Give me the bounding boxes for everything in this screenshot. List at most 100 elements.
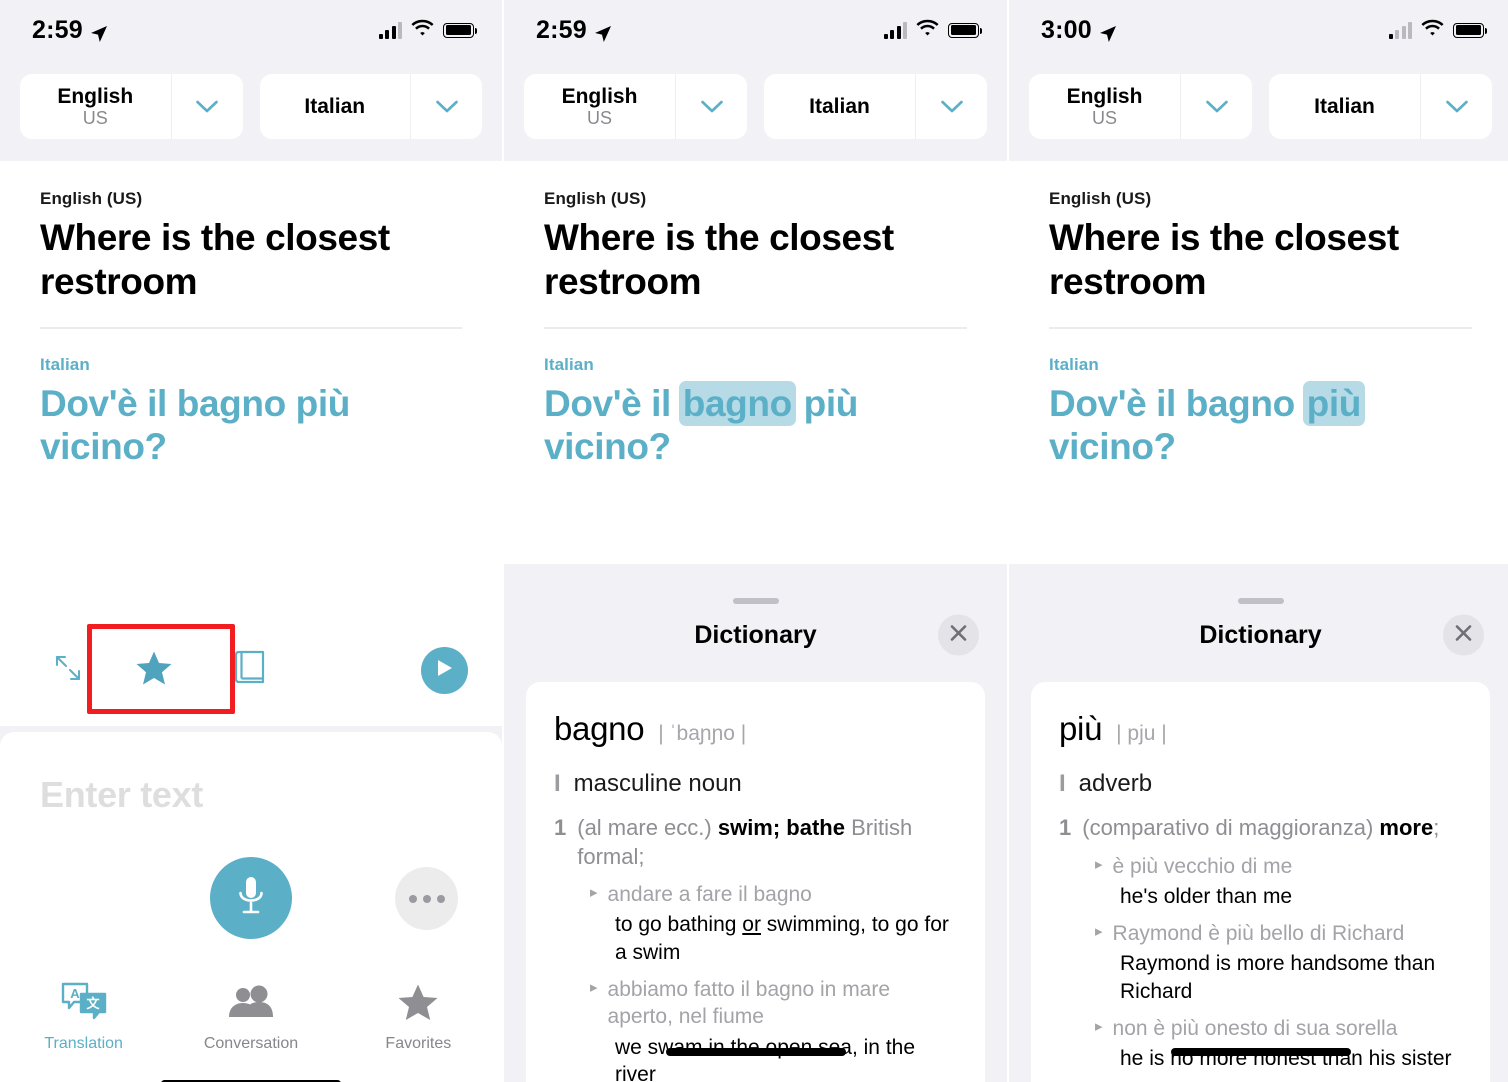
target-text[interactable]: Dov'è il bagno più vicino?	[1049, 380, 1472, 469]
status-time-group: 2:59	[536, 16, 612, 45]
source-language-selector[interactable]: English US	[1029, 74, 1252, 139]
chevron-down-icon	[1205, 100, 1228, 113]
source-text[interactable]: Where is the closest restroom	[544, 216, 967, 303]
sense-number: 1	[1059, 815, 1072, 840]
dictionary-header: Dictionary	[1009, 604, 1508, 666]
source-language-selector[interactable]: English US	[524, 74, 747, 139]
target-text[interactable]: Dov'è il bagno più vicino?	[544, 380, 967, 469]
dictionary-title: Dictionary	[694, 620, 817, 649]
dictionary-entry-header: più | pju |	[1059, 710, 1462, 748]
target-label: Italian	[1049, 354, 1099, 374]
target-language-name: Italian	[809, 94, 870, 118]
favorite-button[interactable]	[120, 636, 188, 704]
source-language-selector[interactable]: English US	[20, 74, 243, 139]
location-arrow-icon	[594, 21, 612, 42]
dictionary-headword: più	[1059, 710, 1103, 747]
target-language-selector[interactable]: Italian	[1269, 74, 1492, 139]
source-language-region: US	[586, 108, 612, 129]
screenshot-strip: 2:59 English US Italian English (US) Whe…	[0, 0, 1508, 1082]
cellular-signal-icon	[378, 21, 402, 39]
target-language-label: Italian	[260, 74, 411, 139]
part-of-speech: I masculine noun	[554, 770, 957, 798]
microphone-icon	[236, 875, 266, 922]
svg-text:A: A	[70, 986, 80, 1001]
dictionary-button[interactable]	[216, 636, 284, 704]
wifi-icon	[411, 19, 434, 41]
dictionary-phonetic: | pju |	[1116, 722, 1167, 745]
target-language-selector[interactable]: Italian	[764, 74, 987, 139]
phone-panel-2: 2:59 English US Italian English (US) Whe…	[504, 0, 1007, 1082]
text-input-card[interactable]: Enter text A 文 Translation Conversation …	[0, 732, 502, 1082]
source-language-name: English	[561, 84, 638, 108]
source-text[interactable]: Where is the closest restroom	[1049, 216, 1472, 303]
more-options-button[interactable]	[395, 867, 458, 931]
gloss-register: ;	[1433, 815, 1440, 840]
status-time: 2:59	[536, 15, 587, 44]
selected-word-highlight[interactable]: più	[1302, 380, 1365, 426]
bullet-triangle-icon: ▸	[1095, 1018, 1103, 1036]
location-arrow-icon	[90, 21, 108, 42]
cellular-signal-icon	[1388, 21, 1412, 39]
bullet-triangle-icon: ▸	[1095, 855, 1103, 873]
example-english: he's older than me	[1120, 884, 1293, 908]
tab-favorites[interactable]: Favorites	[335, 983, 502, 1053]
translation-card: English (US) Where is the closest restro…	[504, 161, 1007, 564]
expand-button[interactable]	[34, 636, 102, 704]
source-language-dropdown-button[interactable]	[170, 74, 243, 139]
source-text[interactable]: Where is the closest restroom	[40, 216, 462, 303]
close-dictionary-button[interactable]	[938, 614, 979, 656]
translation-action-row	[0, 614, 502, 727]
status-time-group: 2:59	[32, 16, 108, 45]
dictionary-entry-card: bagno | ˈbaɲɲo | I masculine noun 1 (al …	[526, 682, 985, 1082]
source-language-dropdown-button[interactable]	[675, 74, 747, 139]
pos-bar-icon: I	[554, 770, 561, 797]
sense-gloss: (al mare ecc.) swim; bathe British forma…	[577, 814, 957, 871]
dictionary-sense: 1 (al mare ecc.) swim; bathe British for…	[554, 814, 957, 871]
dictionary-sheet: Dictionary bagno | ˈbaɲɲo | I masculine …	[504, 582, 1007, 1082]
chevron-down-icon	[435, 100, 458, 113]
microphone-button[interactable]	[210, 857, 292, 940]
target-language-dropdown-button[interactable]	[915, 74, 987, 139]
source-language-name: English	[57, 84, 134, 108]
target-language-name: Italian	[1314, 94, 1375, 118]
source-language-dropdown-button[interactable]	[1180, 74, 1252, 139]
wifi-icon	[1421, 19, 1444, 41]
example-english: we swam in the open sea, in the river	[615, 1035, 916, 1082]
chevron-down-icon	[196, 100, 218, 113]
status-indicators	[1388, 19, 1488, 41]
bullet-triangle-icon: ▸	[1095, 923, 1103, 941]
target-label: Italian	[544, 354, 594, 374]
chevron-down-icon	[700, 100, 723, 113]
book-icon	[234, 650, 266, 691]
example-item: ▸ non è più onesto di sua sorella he is n…	[1059, 1015, 1462, 1073]
source-label: English (US)	[1049, 189, 1152, 208]
part-of-speech-label: masculine noun	[573, 770, 742, 797]
example-item: ▸ è più vecchio di me he's older than me	[1059, 853, 1462, 911]
status-time-group: 3:00	[1041, 16, 1117, 45]
target-text[interactable]: Dov'è il bagno più vicino?	[40, 382, 462, 469]
battery-icon	[948, 22, 983, 38]
target-language-selector[interactable]: Italian	[259, 74, 482, 139]
chevron-down-icon	[940, 100, 963, 113]
text-input-placeholder: Enter text	[40, 774, 204, 816]
example-italian: ▸ andare a fare il bagno	[554, 881, 957, 908]
target-label: Italian	[40, 354, 90, 374]
play-audio-button[interactable]	[421, 646, 468, 694]
close-dictionary-button[interactable]	[1443, 614, 1484, 656]
tab-translation[interactable]: A 文 Translation	[0, 981, 167, 1053]
chevron-down-icon	[1445, 100, 1468, 113]
target-text-prefix: Dov'è il bagno	[1049, 382, 1305, 424]
part-of-speech: I adverb	[1059, 770, 1462, 798]
status-indicators	[883, 19, 983, 41]
language-selector-bar: English US Italian	[1009, 60, 1508, 161]
status-bar: 2:59	[0, 0, 502, 60]
selected-word-highlight[interactable]: bagno	[678, 380, 796, 426]
tab-bar: A 文 Translation Conversation Favorites	[0, 981, 502, 1053]
example-english: Raymond is more handsome than Richard	[1120, 952, 1436, 1003]
divider	[1049, 327, 1472, 329]
target-language-dropdown-button[interactable]	[1420, 74, 1492, 139]
target-language-dropdown-button[interactable]	[410, 74, 482, 139]
tab-conversation[interactable]: Conversation	[167, 985, 334, 1053]
source-language-region: US	[1091, 108, 1117, 129]
dictionary-entry-header: bagno | ˈbaɲɲo |	[554, 710, 957, 748]
